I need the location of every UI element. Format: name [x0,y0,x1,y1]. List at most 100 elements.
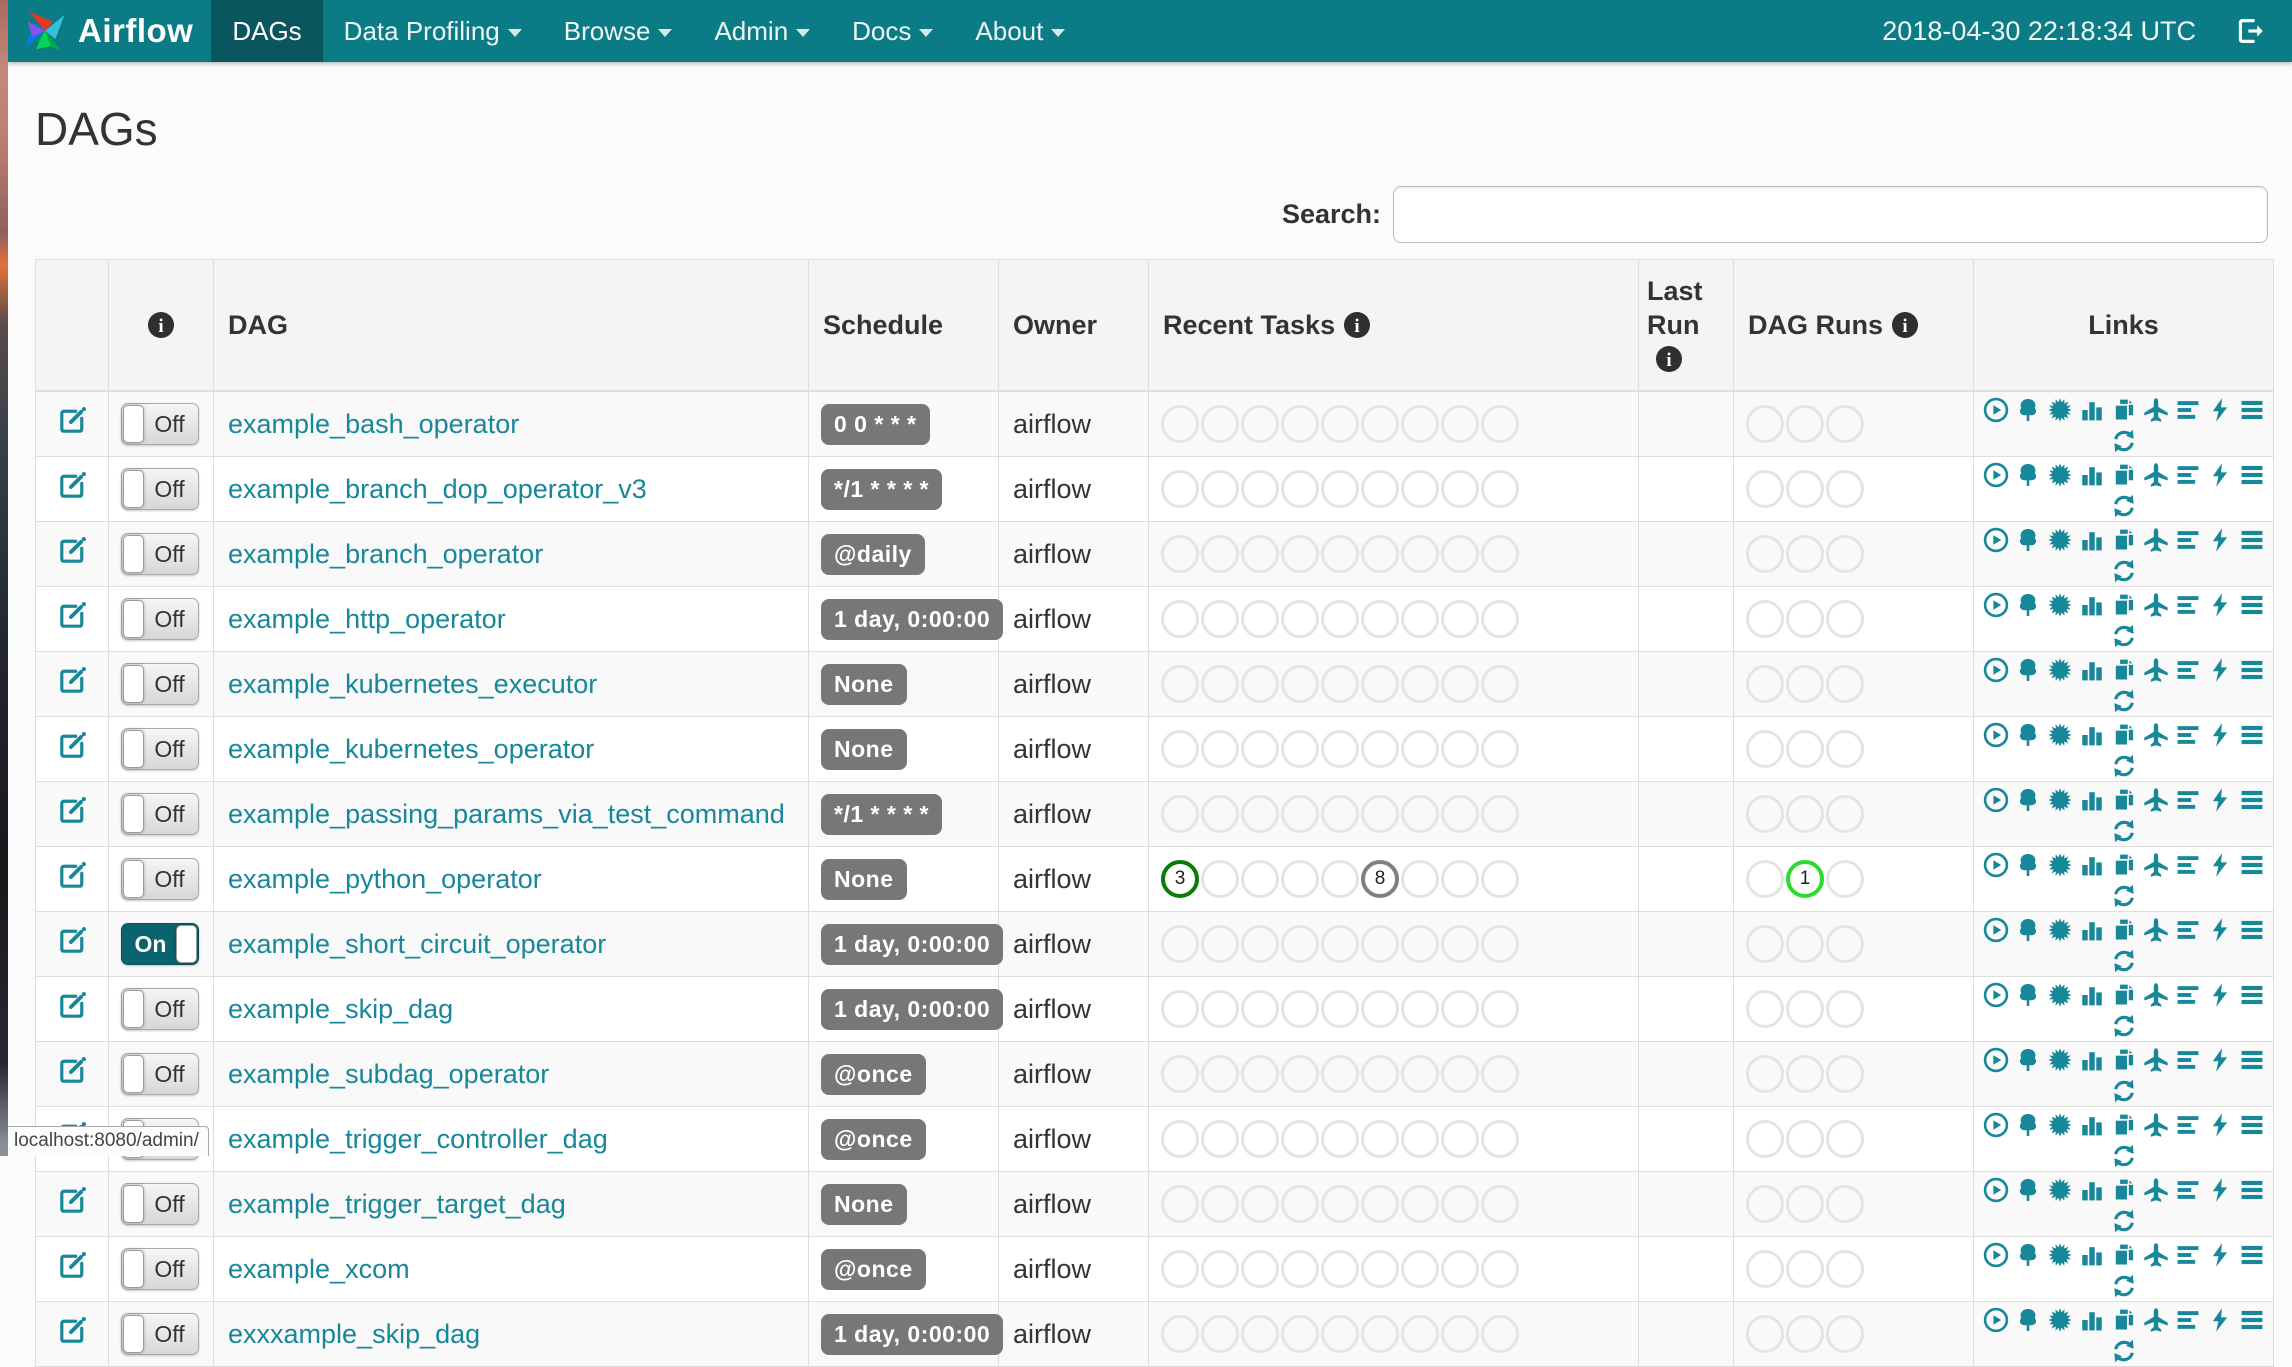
refresh-icon[interactable] [2111,1078,2137,1104]
dag-link[interactable]: example_subdag_operator [228,1059,549,1089]
nav-item-admin[interactable]: Admin [693,0,831,62]
logs-icon[interactable] [2239,722,2265,748]
refresh-icon[interactable] [2111,753,2137,779]
gantt-icon[interactable] [2175,1047,2201,1073]
dag-pause-toggle[interactable]: Off [121,728,199,770]
landing-times-icon[interactable] [2143,982,2169,1008]
gantt-icon[interactable] [2175,1112,2201,1138]
refresh-icon[interactable] [2111,948,2137,974]
dag-link[interactable]: example_trigger_controller_dag [228,1124,608,1154]
dag-link[interactable]: example_kubernetes_operator [228,734,594,764]
task-duration-icon[interactable] [2079,462,2105,488]
trigger-dag-icon[interactable] [1983,982,2009,1008]
dag-pause-toggle[interactable]: On [121,923,199,965]
graph-view-icon[interactable] [2047,1177,2073,1203]
trigger-dag-icon[interactable] [1983,592,2009,618]
dag-link[interactable]: example_trigger_target_dag [228,1189,566,1219]
gantt-icon[interactable] [2175,982,2201,1008]
dag-run-status-circle[interactable]: 1 [1786,860,1824,898]
tree-view-icon[interactable] [2015,852,2041,878]
dag-pause-toggle[interactable]: Off [121,793,199,835]
tree-view-icon[interactable] [2015,1242,2041,1268]
refresh-icon[interactable] [2111,493,2137,519]
trigger-dag-icon[interactable] [1983,657,2009,683]
info-icon[interactable] [147,311,175,339]
task-tries-icon[interactable] [2111,787,2137,813]
edit-dag-icon[interactable] [57,1251,87,1281]
refresh-icon[interactable] [2111,883,2137,909]
logs-icon[interactable] [2239,1047,2265,1073]
brand[interactable]: Airflow [8,0,211,62]
code-view-icon[interactable] [2207,722,2233,748]
trigger-dag-icon[interactable] [1983,722,2009,748]
code-view-icon[interactable] [2207,1307,2233,1333]
edit-dag-icon[interactable] [57,601,87,631]
task-tries-icon[interactable] [2111,657,2137,683]
refresh-icon[interactable] [2111,1273,2137,1299]
code-view-icon[interactable] [2207,1242,2233,1268]
refresh-icon[interactable] [2111,688,2137,714]
refresh-icon[interactable] [2111,818,2137,844]
tree-view-icon[interactable] [2015,1047,2041,1073]
tree-view-icon[interactable] [2015,982,2041,1008]
landing-times-icon[interactable] [2143,1242,2169,1268]
landing-times-icon[interactable] [2143,462,2169,488]
graph-view-icon[interactable] [2047,722,2073,748]
gantt-icon[interactable] [2175,592,2201,618]
tree-view-icon[interactable] [2015,722,2041,748]
graph-view-icon[interactable] [2047,462,2073,488]
task-duration-icon[interactable] [2079,1242,2105,1268]
trigger-dag-icon[interactable] [1983,1112,2009,1138]
gantt-icon[interactable] [2175,1242,2201,1268]
nav-item-docs[interactable]: Docs [831,0,954,62]
tree-view-icon[interactable] [2015,1177,2041,1203]
code-view-icon[interactable] [2207,592,2233,618]
task-tries-icon[interactable] [2111,527,2137,553]
task-status-circle[interactable]: 3 [1161,860,1199,898]
dag-link[interactable]: example_skip_dag [228,994,453,1024]
landing-times-icon[interactable] [2143,1047,2169,1073]
edit-dag-icon[interactable] [57,1186,87,1216]
edit-dag-icon[interactable] [57,861,87,891]
info-icon[interactable] [1891,311,1919,339]
landing-times-icon[interactable] [2143,397,2169,423]
logs-icon[interactable] [2239,592,2265,618]
dag-link[interactable]: example_short_circuit_operator [228,929,606,959]
task-duration-icon[interactable] [2079,1112,2105,1138]
gantt-icon[interactable] [2175,657,2201,683]
trigger-dag-icon[interactable] [1983,397,2009,423]
dag-link[interactable]: example_branch_dop_operator_v3 [228,474,647,504]
tree-view-icon[interactable] [2015,592,2041,618]
refresh-icon[interactable] [2111,1013,2137,1039]
edit-dag-icon[interactable] [57,991,87,1021]
code-view-icon[interactable] [2207,787,2233,813]
refresh-icon[interactable] [2111,1143,2137,1169]
dag-pause-toggle[interactable]: Off [121,988,199,1030]
logs-icon[interactable] [2239,462,2265,488]
gantt-icon[interactable] [2175,917,2201,943]
graph-view-icon[interactable] [2047,657,2073,683]
graph-view-icon[interactable] [2047,397,2073,423]
logs-icon[interactable] [2239,1177,2265,1203]
edit-dag-icon[interactable] [57,406,87,436]
logs-icon[interactable] [2239,1112,2265,1138]
task-duration-icon[interactable] [2079,592,2105,618]
dag-pause-toggle[interactable]: Off [121,468,199,510]
tree-view-icon[interactable] [2015,787,2041,813]
edit-dag-icon[interactable] [57,731,87,761]
edit-dag-icon[interactable] [57,926,87,956]
graph-view-icon[interactable] [2047,527,2073,553]
task-duration-icon[interactable] [2079,1307,2105,1333]
task-tries-icon[interactable] [2111,1242,2137,1268]
graph-view-icon[interactable] [2047,982,2073,1008]
graph-view-icon[interactable] [2047,1112,2073,1138]
refresh-icon[interactable] [2111,1338,2137,1364]
tree-view-icon[interactable] [2015,1307,2041,1333]
code-view-icon[interactable] [2207,1177,2233,1203]
task-duration-icon[interactable] [2079,1177,2105,1203]
tree-view-icon[interactable] [2015,397,2041,423]
trigger-dag-icon[interactable] [1983,852,2009,878]
task-duration-icon[interactable] [2079,722,2105,748]
task-tries-icon[interactable] [2111,982,2137,1008]
task-tries-icon[interactable] [2111,592,2137,618]
